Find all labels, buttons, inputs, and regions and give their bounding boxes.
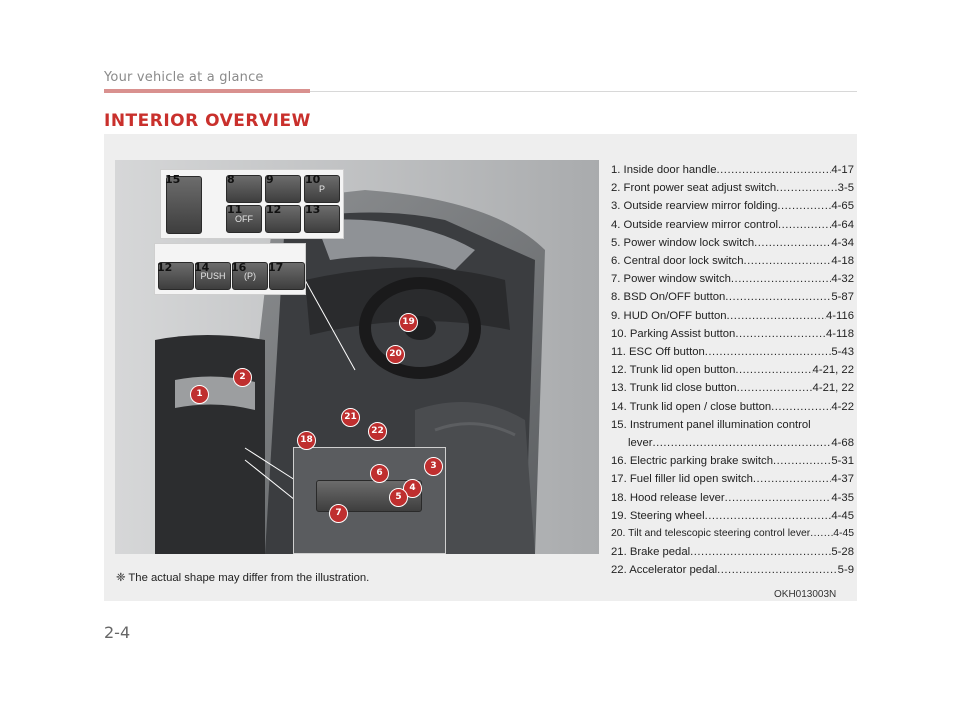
callout-num: 14: [194, 261, 210, 274]
callout-num: 9: [266, 173, 274, 186]
legend-item: 22. Accelerator pedal 5-9: [611, 561, 854, 579]
legend-item: 1. Inside door handle 4-17: [611, 161, 854, 179]
marker: 6: [370, 464, 389, 483]
marker: 5: [389, 488, 408, 507]
callout-num: 10: [305, 173, 321, 186]
legend-item: 6. Central door lock switch 4-18: [611, 252, 854, 270]
legend-item: 16. Electric parking brake switch5-31: [611, 452, 854, 470]
legend-item: 4. Outside rearview mirror control 4-64: [611, 216, 854, 234]
callout-num: 11: [227, 203, 243, 216]
page-title: INTERIOR OVERVIEW: [104, 111, 311, 131]
component-legend: 1. Inside door handle 4-17 2. Front powe…: [611, 161, 854, 580]
legend-item: 11. ESC Off button 5-43: [611, 343, 854, 361]
marker: 7: [329, 504, 348, 523]
legend-item: 21. Brake pedal5-28: [611, 543, 854, 561]
callout-num: 12: [157, 261, 173, 274]
legend-item: 2. Front power seat adjust switch 3-5: [611, 179, 854, 197]
legend-item: 15. Instrument panel illumination contro…: [611, 418, 811, 431]
illustration-code: OKH013003N: [774, 589, 837, 600]
page-number: 2-4: [104, 623, 131, 642]
legend-item: 8. BSD On/OFF button 5-87: [611, 288, 854, 306]
legend-item: lever4-68: [611, 434, 854, 452]
legend-item: 9. HUD On/OFF button4-116: [611, 307, 854, 325]
callout-num: 8: [227, 173, 235, 186]
legend-item: 3. Outside rearview mirror folding 4-65: [611, 197, 854, 215]
marker: 22: [368, 422, 387, 441]
callout-num: 13: [305, 203, 321, 216]
marker: 21: [341, 408, 360, 427]
legend-item: 18. Hood release lever4-35: [611, 489, 854, 507]
legend-item: 13. Trunk lid close button 4-21, 22: [611, 379, 854, 397]
legend-item: 5. Power window lock switch 4-34: [611, 234, 854, 252]
callout-num: 17: [268, 261, 284, 274]
header-divider: [310, 91, 857, 92]
legend-item: 14. Trunk lid open / close button4-22: [611, 398, 854, 416]
legend-item: 12. Trunk lid open button 4-21, 22: [611, 361, 854, 379]
marker: 20: [386, 345, 405, 364]
legend-item: 10. Parking Assist button 4-118: [611, 325, 854, 343]
marker: 18: [297, 431, 316, 450]
legend-item: 17. Fuel filler lid open switch 4-37: [611, 470, 854, 488]
illustration-note: ❈ The actual shape may differ from the i…: [116, 572, 370, 584]
callout-num: 15: [165, 173, 181, 186]
marker: 1: [190, 385, 209, 404]
legend-item: 20. Tilt and telescopic steering control…: [611, 525, 854, 543]
callout-num: 12: [266, 203, 282, 216]
callout-num: 16: [231, 261, 247, 274]
legend-item: 19. Steering wheel 4-45: [611, 507, 854, 525]
marker: 19: [399, 313, 418, 332]
header-accent-rule: [104, 89, 310, 93]
marker: 3: [424, 457, 443, 476]
marker: 2: [233, 368, 252, 387]
section-header: Your vehicle at a glance: [104, 70, 264, 85]
legend-item: 7. Power window switch4-32: [611, 270, 854, 288]
